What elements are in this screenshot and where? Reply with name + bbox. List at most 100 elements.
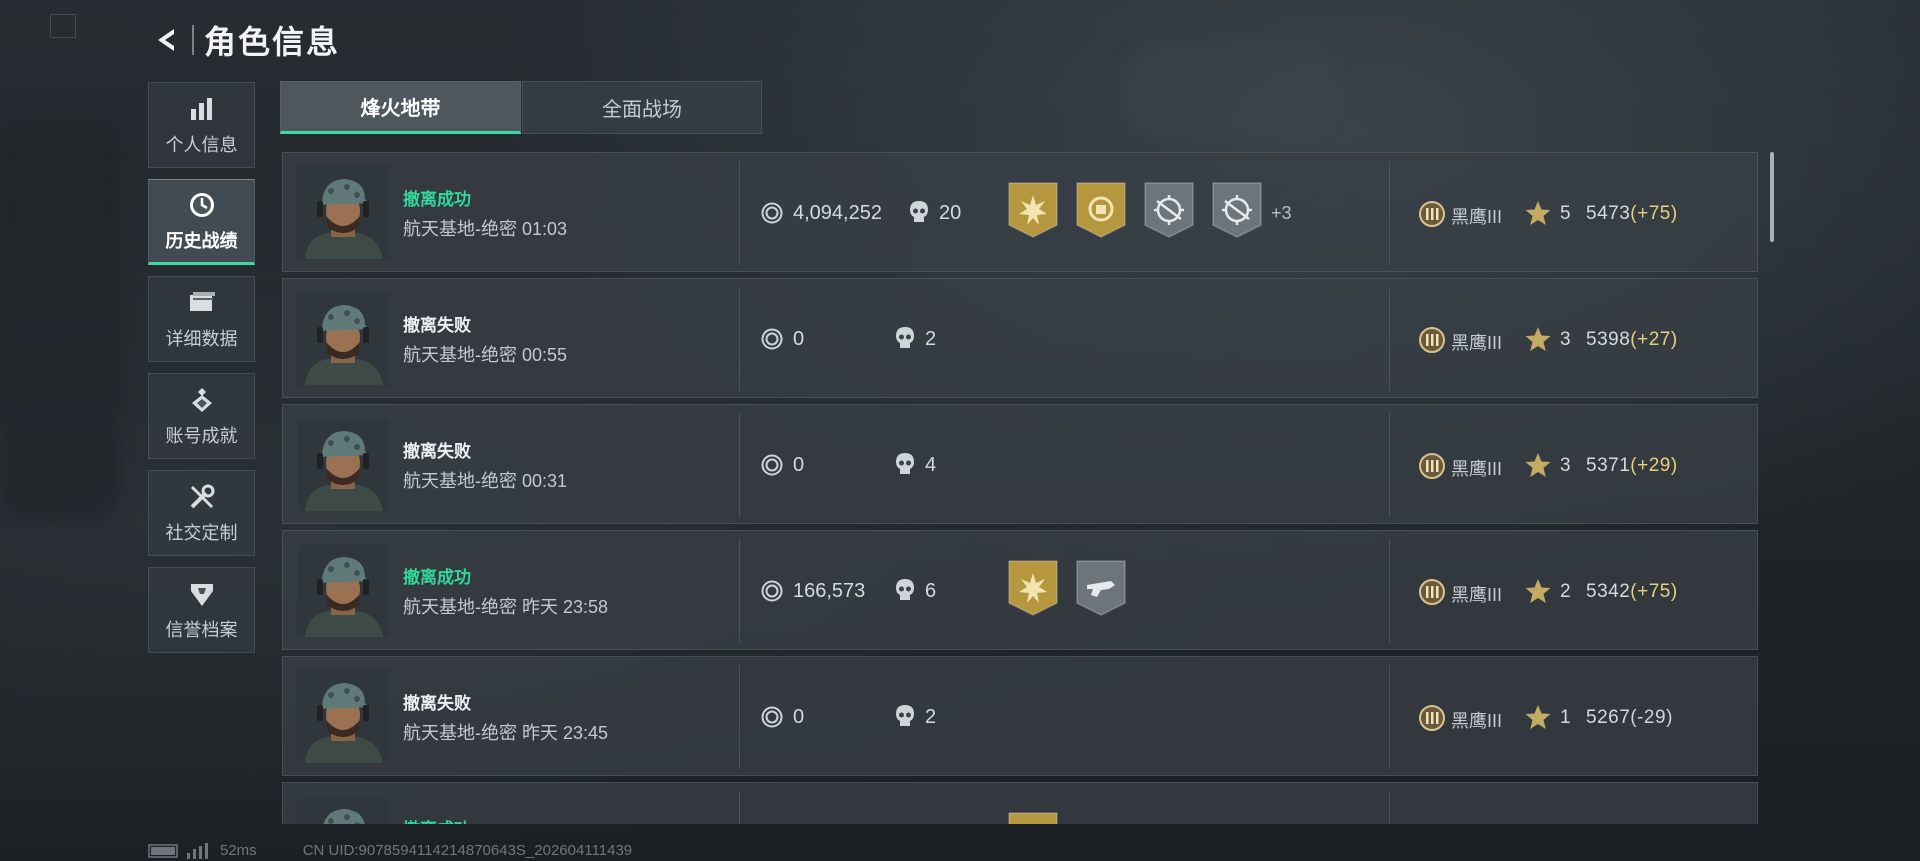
loot-value: 0	[793, 454, 805, 476]
kill-count: 6	[925, 580, 937, 602]
kill-count: 4	[925, 454, 937, 476]
match-row[interactable]: 撤离成功 航天基地-绝密 01:03 4,094,252 20 +3 黑鹰III 5 5473…	[282, 152, 1758, 272]
rank-score: 5473(+75)	[1586, 203, 1678, 225]
medal-badge[interactable]	[1075, 181, 1127, 239]
bar-chart-icon	[190, 98, 212, 120]
rank-score: 5267(-29)	[1586, 707, 1673, 729]
header-divider	[192, 25, 194, 55]
soldier-portrait-icon	[297, 545, 389, 637]
achievement-icon	[191, 388, 212, 412]
score-value: 5371	[1586, 455, 1631, 476]
silver-crosshair-medal-icon	[1212, 182, 1262, 238]
skull-icon-wrap	[895, 578, 915, 607]
extraction-status: 撤离成功	[403, 815, 471, 824]
match-row[interactable]: 撤离失败 航天基地-绝密 00:31 0 4 黑鹰III 3 5371(+29)	[282, 404, 1758, 524]
gold-burst-medal-icon	[1008, 182, 1058, 238]
star-count: 3	[1560, 329, 1571, 350]
rank-score: 5342(+75)	[1586, 581, 1678, 603]
column-divider	[739, 413, 740, 517]
extraction-status: 撤离失败	[403, 316, 471, 335]
coin-icon-wrap	[761, 706, 783, 733]
star-icon	[1525, 327, 1551, 351]
tab-battlefield[interactable]: 全面战场	[522, 81, 762, 134]
medal-badge[interactable]	[1211, 181, 1263, 239]
rank-icon-wrap	[1417, 579, 1447, 610]
corner-frame-icon	[50, 14, 76, 38]
score-value: 5267	[1586, 707, 1631, 728]
sidebar-item-detailed-data[interactable]: 详细数据	[148, 276, 255, 362]
sidebar-item-achievements[interactable]: 账号成就	[148, 373, 255, 459]
rank-badge-icon	[1419, 453, 1445, 479]
star-icon-wrap	[1524, 703, 1552, 736]
shield-icon	[190, 584, 213, 606]
medal-badge[interactable]	[1143, 181, 1195, 239]
match-history-list: 撤离成功 航天基地-绝密 01:03 4,094,252 20 +3 黑鹰III 5 5473…	[282, 152, 1758, 824]
sidebar-item-personal-info[interactable]: 个人信息	[148, 82, 255, 168]
skull-icon-wrap	[895, 452, 915, 481]
sidebar-item-social[interactable]: 社交定制	[148, 470, 255, 556]
background-silhouette	[1120, 40, 1340, 140]
column-divider	[739, 665, 740, 769]
loot-value: 4,094,252	[793, 202, 882, 224]
signal-icon	[187, 842, 208, 859]
star-count: 3	[1560, 455, 1571, 476]
medal-badge[interactable]	[1007, 181, 1059, 239]
column-divider	[739, 161, 740, 265]
back-arrow-icon	[158, 29, 174, 51]
tab-warzone[interactable]: 烽火地带	[280, 81, 521, 134]
medal-badge[interactable]	[1007, 811, 1059, 824]
more-medals-count[interactable]: +3	[1271, 203, 1292, 224]
status-footer: 52ms CN UID:9078594114214870643S_2026041…	[148, 842, 632, 859]
loot-value: 0	[793, 328, 805, 350]
loot-value: 166,573	[793, 580, 866, 602]
coin-icon-wrap	[761, 580, 783, 607]
star-count: 2	[1560, 581, 1571, 602]
map-and-time: 航天基地-绝密 昨天 23:45	[403, 723, 609, 743]
coin-icon	[761, 454, 783, 476]
column-divider	[1389, 287, 1390, 391]
extraction-status: 撤离成功	[403, 568, 471, 587]
match-row[interactable]: 撤离失败 航天基地-绝密 昨天 23:45 0 2 黑鹰III 1 5267(-29)	[282, 656, 1758, 776]
coin-icon	[761, 580, 783, 602]
coin-icon	[761, 328, 783, 350]
header: 角色信息	[148, 18, 340, 62]
star-icon	[1525, 201, 1551, 225]
rank-name: 黑鹰III	[1451, 333, 1503, 353]
sidebar-item-history[interactable]: 历史战绩	[148, 179, 255, 265]
star-count: 5	[1560, 203, 1571, 224]
star-icon-wrap	[1524, 451, 1552, 484]
rank-name: 黑鹰III	[1451, 459, 1503, 479]
clock-icon	[189, 193, 214, 217]
medal-badge[interactable]	[1075, 559, 1127, 617]
loot-value: 0	[793, 706, 805, 728]
score-value: 5342	[1586, 581, 1631, 602]
star-icon	[1525, 453, 1551, 477]
score-delta: (+75)	[1630, 581, 1678, 602]
battery-icon	[148, 843, 178, 858]
column-divider	[1389, 665, 1390, 769]
player-avatar	[297, 671, 389, 763]
player-avatar	[297, 167, 389, 259]
match-row[interactable]: 撤离成功航天基地-绝密 昨天 23:58 166,573 6 黑鹰III 2 5342(+…	[282, 530, 1758, 650]
coin-icon-wrap	[761, 328, 783, 355]
medal-badge[interactable]	[1007, 559, 1059, 617]
background-silhouette	[0, 120, 120, 520]
map-and-time: 航天基地-绝密 昨天 23:58	[403, 597, 609, 617]
rank-name: 黑鹰III	[1451, 585, 1503, 605]
score-delta: (-29)	[1630, 707, 1673, 728]
extraction-status: 撤离失败	[403, 694, 471, 713]
sidebar-item-reputation[interactable]: 信誉档案	[148, 567, 255, 653]
back-button[interactable]	[148, 20, 188, 60]
scrollbar[interactable]	[1770, 152, 1774, 242]
tools-icon	[190, 484, 214, 509]
coin-icon	[761, 202, 783, 224]
skull-icon-wrap	[895, 704, 915, 733]
silver-gun-medal-icon	[1076, 560, 1126, 616]
column-divider	[739, 791, 740, 824]
player-avatar	[297, 419, 389, 511]
kill-count: 2	[925, 706, 937, 728]
column-divider	[1389, 413, 1390, 517]
match-row[interactable]: 撤离失败 航天基地-绝密 00:55 0 2 黑鹰III 3 5398(+27)	[282, 278, 1758, 398]
match-row[interactable]: 撤离成功	[282, 782, 1758, 824]
rank-icon-wrap	[1417, 327, 1447, 358]
